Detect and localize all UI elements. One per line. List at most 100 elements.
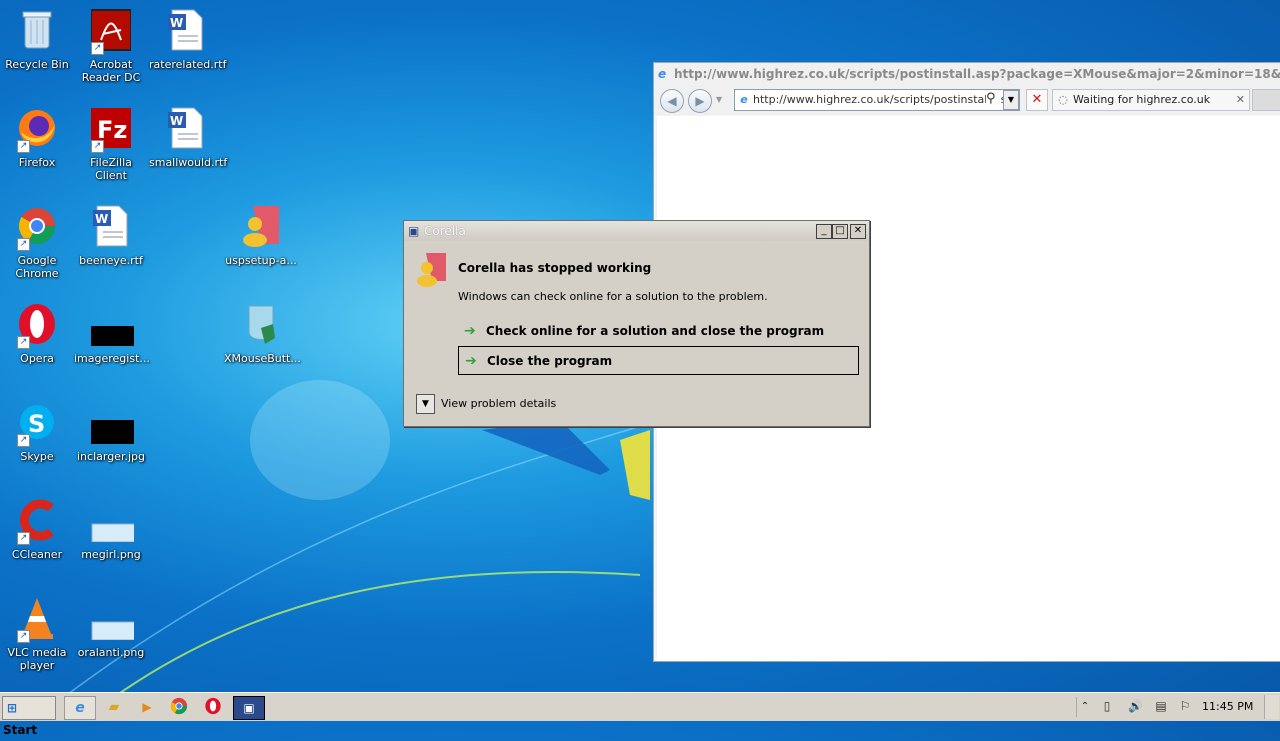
desktop-icon-label: megirl.png <box>81 548 141 561</box>
word-doc-icon: W <box>93 205 128 247</box>
close-program-label: Close the program <box>487 354 613 368</box>
desktop-icon-megirl[interactable]: megirl.png <box>74 494 148 590</box>
minimize-button[interactable]: _ <box>816 224 832 239</box>
xmouse-icon <box>248 305 275 344</box>
check-online-option[interactable]: ➔ Check online for a solution and close t… <box>458 317 857 345</box>
desktop-icon-label: oralanti.png <box>77 646 145 659</box>
check-online-label: Check online for a solution and close th… <box>486 324 825 338</box>
taskbar-ie-button[interactable]: e <box>64 696 96 720</box>
back-button[interactable]: ◀ <box>660 89 684 113</box>
desktop-icon-ccleaner[interactable]: ↗ CCleaner <box>0 494 74 590</box>
close-button[interactable]: ✕ <box>850 224 866 239</box>
windows-logo-icon: ⊞ <box>6 701 18 715</box>
usb-device-icon[interactable]: ▯ <box>1100 699 1114 713</box>
desktop-icon-beeneye[interactable]: W beeneye.rtf <box>74 200 148 296</box>
desktop-icon-chrome[interactable]: ↗ Google Chrome <box>0 200 74 296</box>
address-bar[interactable]: e http://www.highrez.co.uk/scripts/postin… <box>734 89 1020 111</box>
show-desktop-button[interactable] <box>1264 695 1279 719</box>
image-file-icon <box>91 523 134 542</box>
show-hidden-icons-button[interactable]: ⌃ <box>1076 697 1093 717</box>
browser-navbar: ◀ ▶ ▼ e http://www.highrez.co.uk/scripts/… <box>654 85 1280 115</box>
desktop-icon-label: inclarger.jpg <box>77 450 145 463</box>
desktop-icon-imageregist[interactable]: imageregist... <box>74 298 150 394</box>
error-app-icon <box>417 253 446 287</box>
anyrun-watermark: ANY RUN <box>1038 612 1257 658</box>
desktop-icon-recycle-bin[interactable]: Recycle Bin <box>0 4 74 100</box>
shortcut-arrow-icon: ↗ <box>17 336 30 349</box>
browser-titlebar[interactable]: e http://www.highrez.co.uk/scripts/postin… <box>654 63 1280 85</box>
taskbar: ⊞ Start e ▰ ▶ ▣ ⌃ ▯ 🔊 ▤ ⚐ 11:45 PM <box>0 692 1280 737</box>
desktop-icon-oralanti[interactable]: oralanti.png <box>74 592 148 688</box>
desktop-icon-opera[interactable]: ↗ Opera <box>0 298 74 394</box>
desktop-icon-vlc[interactable]: ↗ VLC media player <box>0 592 74 688</box>
folder-icon: ▰ <box>108 699 120 715</box>
svg-text:S: S <box>28 410 45 438</box>
search-icon[interactable]: ⚲ <box>986 91 1000 107</box>
desktop-icon-filezilla[interactable]: Fz ↗ FileZilla Client <box>74 102 148 198</box>
desktop-icon-label: Opera <box>20 352 54 365</box>
tab-label: Waiting for highrez.co.uk <box>1073 93 1211 106</box>
maximize-button[interactable]: □ <box>832 224 848 239</box>
network-icon[interactable]: ▤ <box>1154 699 1168 713</box>
image-file-icon <box>91 326 134 346</box>
dialog-titlebar[interactable]: ▣ Corella _ □ ✕ <box>404 221 869 241</box>
desktop-icon-skype[interactable]: S ↗ Skype <box>0 396 74 492</box>
desktop-icon-label: Google Chrome <box>15 254 59 280</box>
desktop-icon-label: Firefox <box>18 156 56 169</box>
desktop-icon-smallwould[interactable]: W smallwould.rtf <box>149 102 228 198</box>
desktop-icon-inclarger[interactable]: inclarger.jpg <box>74 396 148 492</box>
desktop-icon-firefox[interactable]: ↗ Firefox <box>0 102 74 198</box>
desktop-icon-raterelated[interactable]: W raterelated.rtf <box>149 4 226 100</box>
taskbar-explorer-button[interactable]: ▰ <box>104 697 124 717</box>
svg-text:W: W <box>170 16 183 30</box>
shortcut-arrow-icon: ↗ <box>17 238 30 251</box>
details-label[interactable]: View problem details <box>441 397 556 410</box>
volume-icon[interactable]: 🔊 <box>1128 699 1143 713</box>
new-tab-button[interactable] <box>1252 89 1280 111</box>
desktop-icon-acrobat[interactable]: ↗ Acrobat Reader DC <box>74 4 148 100</box>
chrome-icon <box>170 697 188 715</box>
desktop-icon-label: beeneye.rtf <box>79 254 143 267</box>
installer-icon <box>243 206 279 247</box>
desktop-icon-label: smallwould.rtf <box>149 156 228 169</box>
browser-tab[interactable]: ◌ Waiting for highrez.co.uk ✕ <box>1052 89 1250 111</box>
action-center-flag-icon[interactable]: ⚐ <box>1178 699 1192 713</box>
desktop-icon-label: imageregist... <box>74 352 150 365</box>
clock[interactable]: 11:45 PM <box>1202 700 1253 713</box>
forward-button[interactable]: ▶ <box>688 89 712 113</box>
desktop-icon-label: uspsetup-a... <box>225 254 297 267</box>
close-tab-icon[interactable]: ✕ <box>1236 90 1245 110</box>
image-file-icon <box>91 420 134 444</box>
word-doc-icon: W <box>168 107 203 149</box>
taskbar-opera-button[interactable] <box>204 697 224 717</box>
shortcut-arrow-icon: ↗ <box>91 42 104 55</box>
loading-spinner-icon: ◌ <box>1058 93 1068 106</box>
dialog-title: Corella <box>424 224 466 238</box>
taskbar-chrome-button[interactable] <box>170 697 190 717</box>
desktop-icon-label: CCleaner <box>11 548 63 561</box>
address-dropdown-button[interactable]: ▼ <box>1003 90 1019 110</box>
green-arrow-icon: ➔ <box>464 323 476 339</box>
close-program-option[interactable]: ➔ Close the program <box>458 346 859 375</box>
shortcut-arrow-icon: ↗ <box>17 532 30 545</box>
stop-button[interactable]: ✕ <box>1026 89 1048 111</box>
start-button[interactable]: ⊞ Start <box>2 696 56 737</box>
desktop-icon-uspsetup[interactable]: uspsetup-a... <box>224 200 298 296</box>
crash-dialog: ▣ Corella _ □ ✕ Corella has stopped worki… <box>403 220 870 427</box>
shortcut-arrow-icon: ↗ <box>91 140 104 153</box>
desktop-icon-xmouse[interactable]: XMouseButt... <box>224 298 301 394</box>
history-dropdown-icon[interactable]: ▼ <box>716 95 722 104</box>
dialog-message: Windows can check online for a solution … <box>458 290 768 303</box>
desktop-icon-label: XMouseButt... <box>224 352 301 365</box>
svg-text:W: W <box>170 114 183 128</box>
start-label: Start <box>3 723 38 737</box>
ie-icon: e <box>75 700 85 716</box>
dialog-app-icon: ▣ <box>408 224 420 238</box>
details-toggle-button[interactable]: ▼ <box>416 394 435 414</box>
taskbar-media-button[interactable]: ▶ <box>137 697 157 717</box>
desktop-icon-label: Skype <box>20 450 54 463</box>
media-player-icon: ▶ <box>142 700 152 714</box>
taskbar-corella-button[interactable]: ▣ <box>233 696 265 720</box>
ie-icon: e <box>658 67 667 81</box>
address-url: http://www.highrez.co.uk/scripts/postins… <box>753 93 1007 106</box>
